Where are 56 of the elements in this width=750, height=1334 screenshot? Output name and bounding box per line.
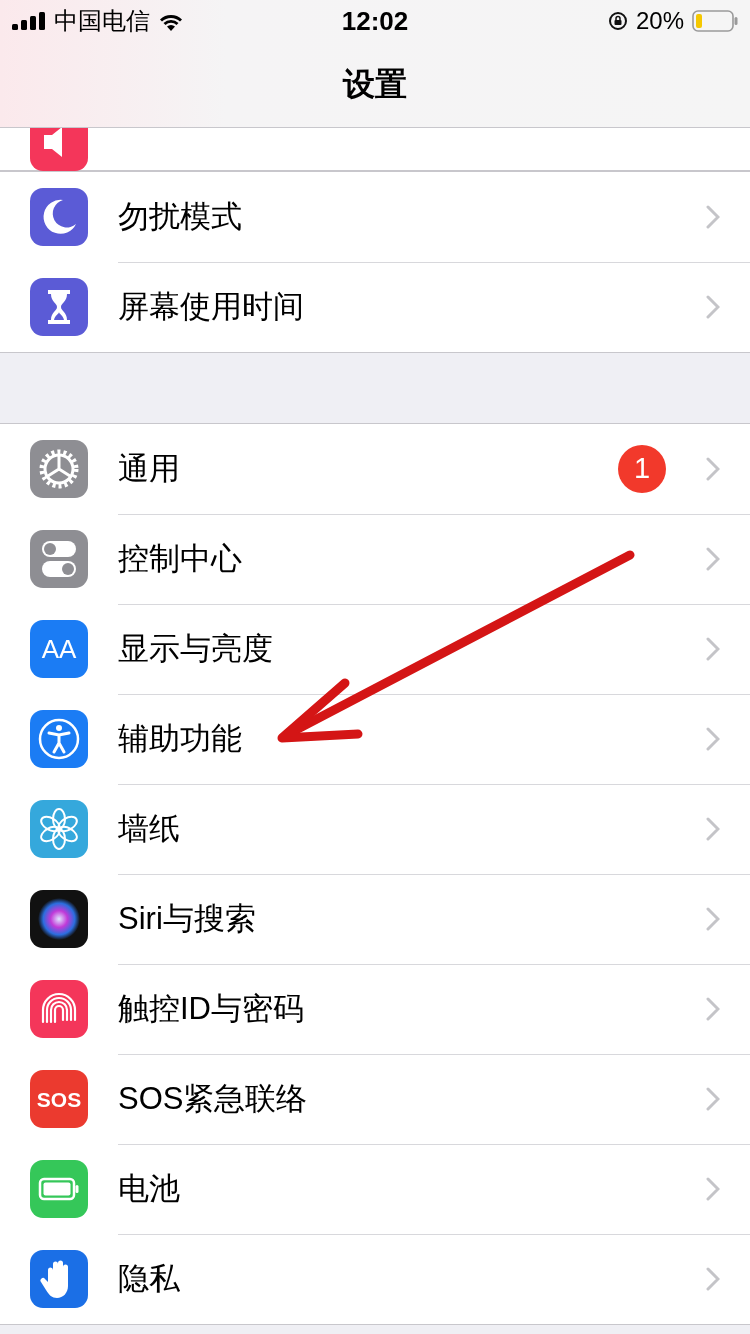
- settings-row[interactable]: 辅助功能: [0, 694, 750, 784]
- accessibility-icon: [30, 710, 88, 768]
- settings-row[interactable]: 通用 1: [0, 424, 750, 514]
- chevron-icon: [706, 1176, 720, 1201]
- chevron-icon: [706, 726, 720, 751]
- row-label: SOS紧急联络: [118, 1079, 309, 1118]
- chevron-icon: [706, 456, 720, 481]
- nav-title: 设置: [343, 65, 407, 104]
- row-label: 屏幕使用时间: [118, 288, 305, 326]
- notification-badge: 1: [618, 444, 666, 493]
- battery-icon: [30, 1160, 88, 1218]
- chevron-icon: [706, 816, 720, 841]
- chevron-icon: [706, 906, 720, 931]
- settings-row[interactable]: 屏幕使用时间: [0, 262, 750, 352]
- battery-icon: [692, 10, 738, 32]
- hourglass-icon: [30, 278, 88, 336]
- moon-icon: [30, 188, 88, 246]
- flower-icon: [30, 800, 88, 858]
- status-time: 12:02: [341, 5, 409, 37]
- row-label: 通用: [118, 449, 181, 488]
- settings-row[interactable]: SOS SOS紧急联络: [0, 1054, 750, 1144]
- row-label: 辅助功能: [118, 719, 243, 758]
- settings-row[interactable]: 墙纸: [0, 784, 750, 874]
- settings-row[interactable]: AA 显示与亮度: [0, 604, 750, 694]
- row-label: 电池: [118, 1169, 181, 1208]
- fingerprint-icon: [30, 980, 88, 1038]
- chevron-icon: [706, 204, 720, 229]
- battery-percent: 20%: [635, 7, 684, 35]
- settings-row[interactable]: 触控ID与密码: [0, 964, 750, 1054]
- chevron-icon: [706, 996, 720, 1021]
- row-label: 控制中心: [118, 539, 243, 578]
- icon-text: AA: [41, 634, 77, 664]
- row-label: 隐私: [118, 1260, 181, 1298]
- toggles-icon: [30, 530, 88, 588]
- settings-icon: [30, 440, 88, 498]
- signal-icon: [12, 12, 46, 30]
- settings-row[interactable]: 电池: [0, 1144, 750, 1234]
- rotation-lock-icon: [607, 11, 628, 31]
- carrier-name: 中国电信: [54, 6, 150, 36]
- row-label: 显示与亮度: [118, 629, 274, 668]
- icon-text: SOS: [36, 1088, 82, 1111]
- row-label: 墙纸: [118, 809, 181, 848]
- chevron-icon: [706, 636, 720, 661]
- chevron-icon: [706, 295, 720, 319]
- chevron-icon: [706, 546, 720, 571]
- row-label: 触控ID与密码: [118, 989, 305, 1028]
- hand-icon: [30, 1250, 88, 1308]
- row-label: Siri与搜索: [118, 899, 257, 938]
- settings-row[interactable]: 隐私: [0, 1234, 750, 1324]
- chevron-icon: [706, 1086, 720, 1111]
- settings-row[interactable]: 控制中心: [0, 514, 750, 604]
- row-label: 勿扰模式: [118, 197, 243, 236]
- chevron-icon: [706, 1267, 720, 1291]
- settings-row[interactable]: Siri与搜索: [0, 874, 750, 964]
- settings-row[interactable]: 勿扰模式: [0, 172, 750, 262]
- siri-icon: [30, 890, 88, 948]
